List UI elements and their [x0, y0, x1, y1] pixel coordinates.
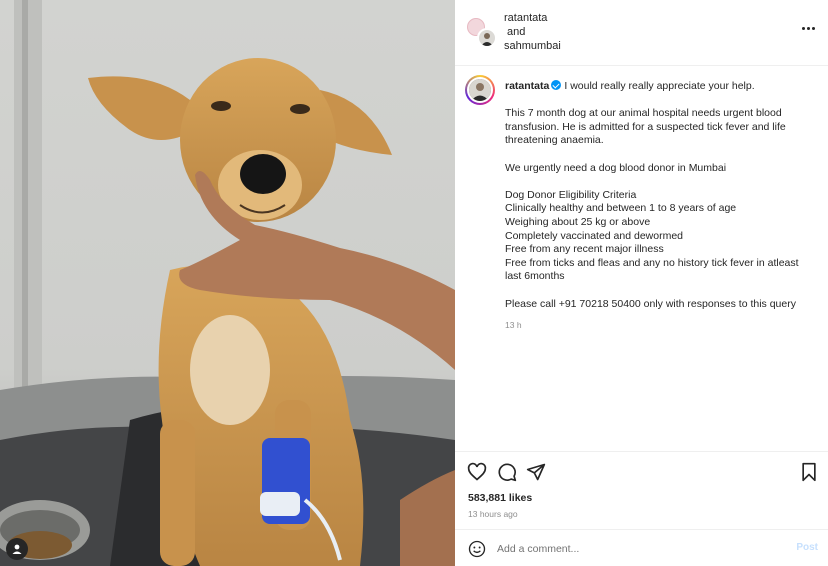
caption-line: Completely vaccinated and dewormed: [505, 229, 684, 242]
emoji-icon[interactable]: [468, 540, 486, 558]
caption-line: threatening anaemia.: [505, 134, 604, 147]
avatar: [477, 28, 497, 48]
and-text: and: [507, 26, 526, 38]
likes-count[interactable]: 583,881 likes: [468, 492, 532, 504]
more-horizontal-icon[interactable]: [802, 27, 815, 30]
caption-line: Free from any recent major illness: [505, 243, 664, 256]
comment-bar: Post: [455, 531, 828, 566]
post-sidebar: ratantata and sahmumbai ratantata I would…: [455, 0, 828, 566]
comment-icon[interactable]: [497, 462, 517, 482]
caption-line: Clinically healthy and between 1 to 8 ye…: [505, 202, 737, 215]
heart-icon[interactable]: [467, 462, 487, 482]
comment-input[interactable]: [497, 539, 777, 559]
post-photo[interactable]: [0, 0, 455, 566]
caption-timestamp[interactable]: 13 h: [505, 319, 810, 333]
caption-line: This 7 month dog at our animal hospital …: [505, 107, 782, 120]
caption-paragraph: Please call +91 70218 50400 only with re…: [505, 298, 810, 312]
caption-first-line: I would really really appreciate your he…: [564, 80, 755, 92]
caption-username[interactable]: ratantata: [505, 80, 549, 92]
caption-line: Weighing about 25 kg or above: [505, 215, 651, 228]
caption-line: Free from ticks and fleas and any no his…: [505, 256, 799, 269]
share-icon[interactable]: [526, 462, 546, 482]
collab-avatars[interactable]: [467, 18, 497, 48]
collab-user-link[interactable]: sahmumbai: [504, 39, 561, 53]
caption-line: Please call +91 70218 50400 only with re…: [505, 297, 796, 310]
bookmark-icon[interactable]: [799, 462, 819, 482]
caption-paragraph: This 7 month dog at our animal hospital …: [505, 107, 810, 148]
criteria-list: Dog Donor Eligibility Criteria Clinicall…: [505, 189, 810, 284]
caption-line: transfusion. He is admitted for a suspec…: [505, 120, 786, 133]
post-comment-button[interactable]: Post: [796, 542, 818, 553]
caption-text: ratantata I would really really appreciat…: [505, 80, 810, 333]
collab-user-link[interactable]: ratantata: [504, 11, 561, 25]
caption-line: We urgently need a dog blood donor in Mu…: [505, 161, 727, 174]
caption-paragraph: We urgently need a dog blood donor in Mu…: [505, 162, 810, 176]
post-actions: 583,881 likes 13 hours ago: [455, 453, 828, 530]
user-tag-button[interactable]: [6, 538, 28, 560]
avatar[interactable]: [465, 75, 495, 105]
collab-names: ratantata and sahmumbai: [504, 11, 561, 53]
verified-badge-icon: [551, 80, 562, 90]
caption-section: ratantata I would really really appreciat…: [455, 66, 828, 452]
caption-line: Dog Donor Eligibility Criteria: [505, 188, 637, 201]
post-header: ratantata and sahmumbai: [455, 0, 828, 66]
caption-line: last 6months: [505, 270, 565, 283]
post-timestamp[interactable]: 13 hours ago: [468, 509, 518, 519]
user-tag-icon: [12, 544, 22, 554]
dog-photo-image: [0, 0, 455, 566]
